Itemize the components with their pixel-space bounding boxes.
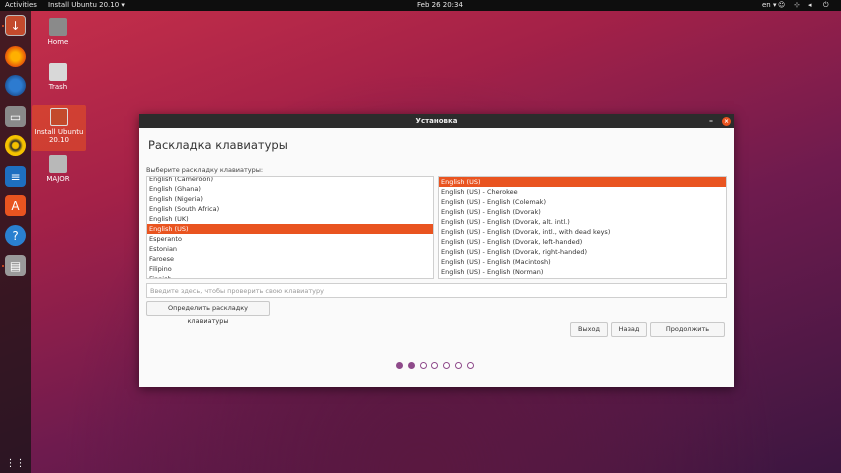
step-dot bbox=[466, 362, 474, 369]
step-dot bbox=[455, 362, 462, 369]
activities-button[interactable]: Activities bbox=[5, 1, 37, 9]
desktop-trash[interactable]: Trash bbox=[31, 63, 85, 91]
desktop-icon-label: Install Ubuntu 20.10 bbox=[34, 128, 84, 144]
step-dot bbox=[443, 362, 451, 369]
volume-icon[interactable]: ◂ bbox=[808, 1, 812, 9]
page-title: Раскладка клавиатуры bbox=[148, 138, 288, 152]
drive-icon bbox=[49, 155, 67, 173]
network-icon[interactable]: ⊹ bbox=[794, 1, 800, 9]
variant-list[interactable]: English (US) English (US) - Cherokee Engli… bbox=[438, 176, 727, 279]
desktop-install-ubuntu[interactable]: Install Ubuntu 20.10 bbox=[32, 105, 86, 151]
layout-row[interactable]: Filipino bbox=[147, 264, 433, 274]
top-bar: Activities Install Ubuntu 20.10 ▾ Feb 26… bbox=[0, 0, 841, 11]
layout-row[interactable]: Esperanto bbox=[147, 234, 433, 244]
usb-drive-icon[interactable]: ▤ bbox=[5, 255, 26, 276]
variant-row[interactable]: English (US) - English (Dvorak, intl., w… bbox=[439, 227, 726, 237]
window-titlebar[interactable]: Установка – × bbox=[139, 114, 734, 128]
layout-list[interactable]: English (Cameroon) English (Ghana) English… bbox=[146, 176, 434, 279]
variant-rows: English (US) English (US) - Cherokee Engli… bbox=[439, 177, 726, 277]
variant-row[interactable]: English (US) - English (Dvorak, left-han… bbox=[439, 237, 726, 247]
step-dot bbox=[396, 362, 403, 369]
running-indicator bbox=[2, 265, 4, 267]
minimize-icon[interactable]: – bbox=[709, 114, 713, 128]
back-button[interactable]: Назад bbox=[611, 322, 647, 337]
dock: ↓ ▭ ≡ A ? ▤ ⋮⋮ bbox=[0, 11, 31, 473]
continue-button[interactable]: Продолжить bbox=[650, 322, 725, 337]
trash-icon bbox=[49, 63, 67, 81]
desktop-icon-label: Trash bbox=[48, 83, 68, 91]
step-dot bbox=[407, 362, 415, 369]
step-dot bbox=[419, 362, 427, 369]
thunderbird-icon[interactable] bbox=[5, 75, 26, 96]
layout-prompt: Выберите раскладку клавиатуры: bbox=[146, 166, 264, 174]
variant-row[interactable]: English (US) - English (Norman) bbox=[439, 267, 726, 277]
variant-row[interactable]: English (US) bbox=[439, 177, 726, 187]
desktop-major-drive[interactable]: MAJOR bbox=[31, 155, 85, 183]
app-menu[interactable]: Install Ubuntu 20.10 ▾ bbox=[48, 1, 125, 9]
layout-rows: English (Cameroon) English (Ghana) English… bbox=[147, 177, 433, 278]
layout-row[interactable]: Faroese bbox=[147, 254, 433, 264]
layout-row[interactable]: English (UK) bbox=[147, 214, 433, 224]
layout-row[interactable]: English (US) bbox=[147, 224, 433, 234]
variant-row[interactable]: English (US) - English (Dvorak, alt. int… bbox=[439, 217, 726, 227]
layout-row[interactable]: Finnish bbox=[147, 274, 433, 278]
window-title: Установка bbox=[415, 117, 458, 125]
rhythmbox-icon[interactable] bbox=[5, 135, 26, 156]
home-folder-icon bbox=[49, 18, 67, 36]
installer-window: Установка – × Раскладка клавиатуры Выбер… bbox=[139, 114, 734, 387]
running-indicator bbox=[2, 25, 4, 27]
keyboard-test-input[interactable] bbox=[146, 283, 727, 298]
power-icon[interactable]: ⏻ bbox=[823, 1, 829, 10]
desktop-home[interactable]: Home bbox=[31, 18, 85, 46]
step-dot bbox=[431, 362, 439, 369]
variant-row[interactable]: English (US) - English (Macintosh) bbox=[439, 257, 726, 267]
libreoffice-writer-icon[interactable]: ≡ bbox=[5, 166, 26, 187]
variant-row[interactable]: English (US) - English (Colemak) bbox=[439, 197, 726, 207]
variant-row[interactable]: English (US) - English (Dvorak) bbox=[439, 207, 726, 217]
close-icon[interactable]: × bbox=[722, 117, 731, 126]
installer-icon[interactable]: ↓ bbox=[5, 15, 26, 36]
firefox-icon[interactable] bbox=[5, 46, 26, 67]
detect-layout-button[interactable]: Определить раскладку клавиатуры bbox=[146, 301, 270, 325]
clock[interactable]: Feb 26 20:34 bbox=[417, 1, 463, 9]
layout-row[interactable]: English (Ghana) bbox=[147, 184, 433, 194]
variant-row[interactable]: English (US) - English (Dvorak, right-ha… bbox=[439, 247, 726, 257]
language-indicator[interactable]: en ▾ bbox=[762, 1, 776, 9]
installer-icon bbox=[50, 108, 68, 126]
layout-row[interactable]: English (South Africa) bbox=[147, 204, 433, 214]
layout-row[interactable]: English (Nigeria) bbox=[147, 194, 433, 204]
accessibility-icon[interactable]: ☺ bbox=[778, 1, 785, 9]
quit-button[interactable]: Выход bbox=[570, 322, 608, 337]
desktop-icon-label: MAJOR bbox=[46, 175, 70, 183]
app-grid-icon[interactable]: ⋮⋮ bbox=[5, 453, 26, 473]
files-icon[interactable]: ▭ bbox=[5, 106, 26, 127]
software-center-icon[interactable]: A bbox=[5, 195, 26, 216]
variant-row[interactable]: English (US) - Cherokee bbox=[439, 187, 726, 197]
layout-row[interactable]: Estonian bbox=[147, 244, 433, 254]
layout-row[interactable]: English (Cameroon) bbox=[147, 177, 433, 184]
desktop-icon-label: Home bbox=[47, 38, 69, 46]
help-icon[interactable]: ? bbox=[5, 225, 26, 246]
